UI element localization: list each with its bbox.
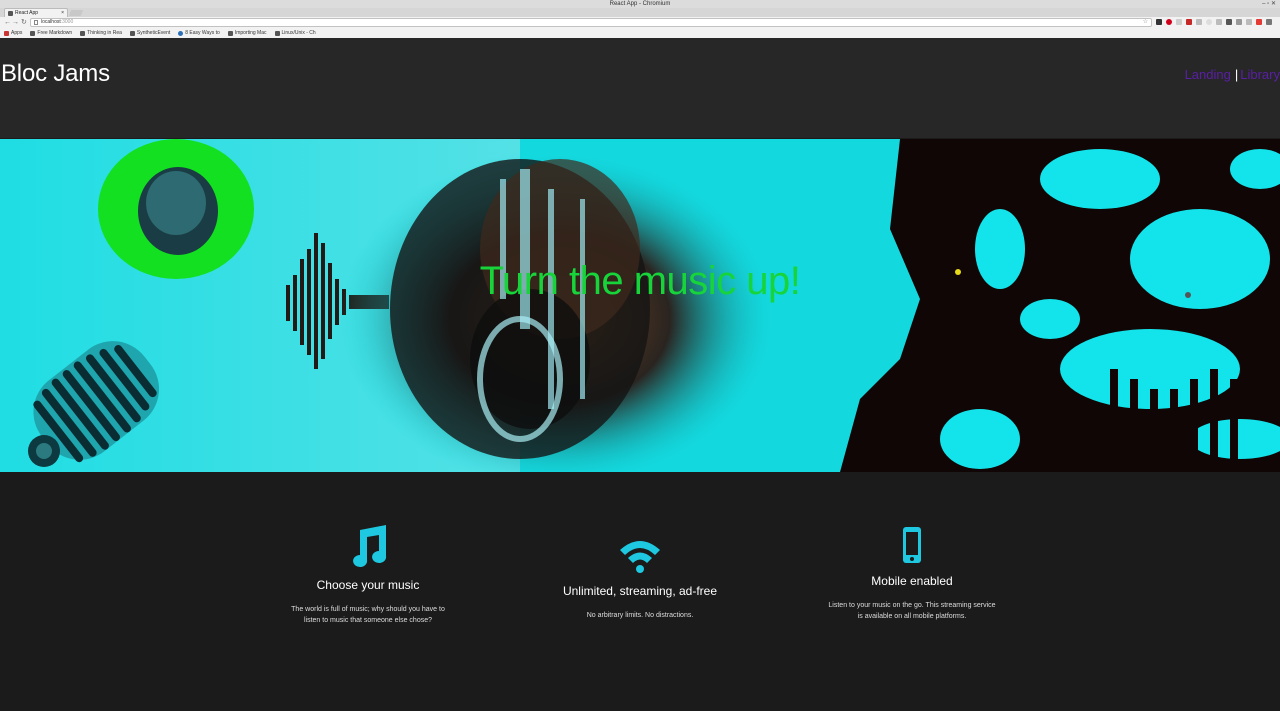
browser-chrome: React App - Chromium – ▫ ✕ React App × ←… xyxy=(0,0,1280,38)
page: Bloc Jams Landing | Library Turn the mus… xyxy=(0,38,1280,711)
bookmark-item[interactable]: 8 Easy Ways to xyxy=(174,30,224,36)
bookmark-favicon-icon xyxy=(129,30,135,36)
window-title: React App - Chromium xyxy=(609,1,671,7)
feature-description: Listen to your music on the go. This str… xyxy=(812,600,1012,622)
bookmark-favicon-icon xyxy=(178,30,184,36)
feature-mobile-enabled: Mobile enabled Listen to your music on t… xyxy=(812,526,1012,622)
menu-icon[interactable] xyxy=(1266,19,1272,25)
extension-icons xyxy=(1156,19,1272,26)
extension-icon[interactable] xyxy=(1206,19,1212,25)
window-titlebar: React App - Chromium – ▫ ✕ xyxy=(0,0,1280,8)
extension-icon[interactable] xyxy=(1256,19,1262,25)
bookmark-label: 8 Easy Ways to xyxy=(185,30,220,36)
apps-icon xyxy=(4,30,9,36)
nav-separator: | xyxy=(1234,67,1239,82)
bookmark-item[interactable]: Apps xyxy=(0,30,26,36)
reload-icon[interactable]: ↻ xyxy=(21,18,27,27)
site-navbar: Bloc Jams Landing | Library xyxy=(0,38,1280,138)
extension-icon[interactable] xyxy=(1166,19,1172,25)
bookmark-item[interactable]: Linux/Unix - Ch xyxy=(271,30,320,36)
nav-links: Landing | Library xyxy=(1185,67,1280,82)
extension-icon[interactable] xyxy=(1236,19,1242,25)
bookmark-favicon-icon xyxy=(227,30,233,36)
feature-description: The world is full of music; why should y… xyxy=(268,604,468,626)
browser-toolbar: ← → ↻ localhost:3000 ☆ xyxy=(0,17,1280,28)
feature-description-line: is available on all mobile platforms. xyxy=(857,613,967,620)
feature-description-line: Listen to your music on the go. This str… xyxy=(828,602,996,609)
bookmark-favicon-icon xyxy=(30,30,36,36)
feature-description-line: No arbitrary limits. No distractions. xyxy=(586,612,694,619)
forward-arrow-icon[interactable]: → xyxy=(12,18,19,27)
wifi-icon xyxy=(620,541,660,573)
nav-link-landing[interactable]: Landing xyxy=(1185,67,1231,82)
feature-description-line: The world is full of music; why should y… xyxy=(291,606,445,613)
url-host: localhost xyxy=(41,19,61,25)
address-bar[interactable]: localhost:3000 ☆ xyxy=(30,18,1152,27)
browser-tab[interactable]: React App × xyxy=(4,8,68,17)
hero-banner: Turn the music up! xyxy=(0,139,1280,472)
bookmark-item[interactable]: SyntheticEvent xyxy=(126,30,174,36)
window-controls[interactable]: – ▫ ✕ xyxy=(1262,0,1276,8)
bookmark-favicon-icon xyxy=(80,30,86,36)
bookmark-label: Thinking in Rea xyxy=(87,30,122,36)
feature-title: Mobile enabled xyxy=(871,574,953,588)
feature-description: No arbitrary limits. No distractions. xyxy=(540,610,740,621)
mobile-phone-icon xyxy=(903,527,921,563)
nav-link-library[interactable]: Library xyxy=(1240,67,1280,82)
extension-icon[interactable] xyxy=(1156,19,1162,25)
feature-description-line: listen to music that someone else chose? xyxy=(303,617,432,624)
tab-strip: React App × xyxy=(0,8,1280,17)
bookmark-item[interactable]: Importing Mac xyxy=(224,30,271,36)
bookmark-favicon-icon xyxy=(274,30,280,36)
page-icon xyxy=(34,20,38,25)
bookmarks-bar: Apps Free Markdown Thinking in Rea Synth… xyxy=(0,28,1280,38)
feature-title: Unlimited, streaming, ad-free xyxy=(562,584,718,598)
tab-close-icon[interactable]: × xyxy=(61,9,64,17)
extension-icon[interactable] xyxy=(1186,19,1192,25)
tab-favicon-icon xyxy=(8,11,13,16)
extension-icon[interactable] xyxy=(1196,19,1202,25)
new-tab-button[interactable] xyxy=(68,10,84,16)
features-section: Choose your music The world is full of m… xyxy=(0,472,1280,711)
extension-icon[interactable] xyxy=(1246,19,1252,25)
bookmark-label: Free Markdown xyxy=(37,30,73,36)
bookmark-item[interactable]: Free Markdown xyxy=(26,30,76,36)
site-brand[interactable]: Bloc Jams xyxy=(1,60,110,88)
back-arrow-icon[interactable]: ← xyxy=(4,18,11,27)
feature-choose-music: Choose your music The world is full of m… xyxy=(268,524,468,626)
bookmark-label: Importing Mac xyxy=(234,30,267,36)
extension-icon[interactable] xyxy=(1216,19,1222,25)
extension-icon[interactable] xyxy=(1226,19,1232,25)
bookmark-label: SyntheticEvent xyxy=(136,30,171,36)
bookmark-item[interactable]: Thinking in Rea xyxy=(76,30,126,36)
feature-unlimited-streaming: Unlimited, streaming, ad-free No arbitra… xyxy=(540,538,740,621)
hero-title: Turn the music up! xyxy=(479,259,801,303)
feature-title: Choose your music xyxy=(316,578,420,592)
music-note-icon xyxy=(353,525,387,567)
url-port: :3000 xyxy=(60,19,74,25)
extension-icon[interactable] xyxy=(1176,19,1182,25)
hero-background-image xyxy=(0,139,1280,472)
bookmark-label: Linux/Unix - Ch xyxy=(281,30,316,36)
tab-title: React App xyxy=(15,10,39,16)
bookmark-label: Apps xyxy=(11,30,23,36)
bookmark-star-icon[interactable]: ☆ xyxy=(1143,19,1148,26)
